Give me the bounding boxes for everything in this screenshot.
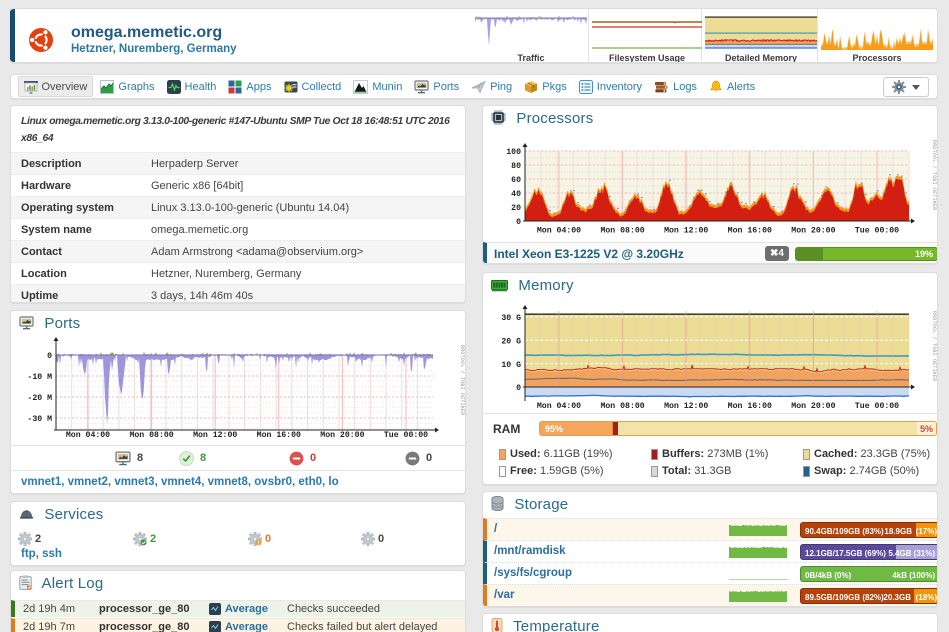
- svg-text:Mon 16:00: Mon 16:00: [728, 227, 772, 236]
- svg-text:10 G: 10 G: [501, 361, 521, 370]
- svg-text:40: 40: [511, 190, 521, 199]
- svg-text:-10 M: -10 M: [27, 373, 52, 382]
- svg-text:Mon 08:00: Mon 08:00: [600, 402, 644, 411]
- svg-text:Mon 12:00: Mon 12:00: [664, 227, 708, 236]
- svg-text:80: 80: [511, 162, 521, 171]
- svg-text:Mon 04:00: Mon 04:00: [537, 227, 581, 236]
- svg-text:Mon 20:00: Mon 20:00: [791, 227, 835, 236]
- svg-text:Mon 12:00: Mon 12:00: [193, 431, 237, 439]
- svg-text:-30 M: -30 M: [27, 415, 52, 424]
- svg-text:Mon 04:00: Mon 04:00: [66, 431, 110, 439]
- svg-text:20 G: 20 G: [501, 337, 521, 346]
- svg-text:-20 M: -20 M: [27, 394, 52, 403]
- svg-text:Mon 08:00: Mon 08:00: [129, 431, 173, 439]
- svg-text:Mon 12:00: Mon 12:00: [664, 402, 708, 411]
- svg-text:0: 0: [516, 384, 521, 393]
- svg-text:Mon 04:00: Mon 04:00: [537, 402, 581, 411]
- svg-text:Mon 16:00: Mon 16:00: [257, 431, 301, 439]
- svg-text:Mon 16:00: Mon 16:00: [728, 402, 772, 411]
- svg-text:20: 20: [511, 204, 521, 213]
- svg-text:Mon 20:00: Mon 20:00: [791, 402, 835, 411]
- svg-text:100: 100: [506, 148, 521, 157]
- svg-text:30 G: 30 G: [501, 314, 521, 323]
- svg-text:Mon 20:00: Mon 20:00: [320, 431, 364, 439]
- svg-text:0: 0: [516, 218, 521, 227]
- svg-text:0: 0: [47, 352, 52, 361]
- svg-text:Mon 08:00: Mon 08:00: [600, 227, 644, 236]
- svg-text:Tue 00:00: Tue 00:00: [855, 402, 899, 411]
- svg-text:Tue 00:00: Tue 00:00: [384, 431, 428, 439]
- svg-text:Tue 00:00: Tue 00:00: [855, 227, 899, 236]
- svg-text:60: 60: [511, 176, 521, 185]
